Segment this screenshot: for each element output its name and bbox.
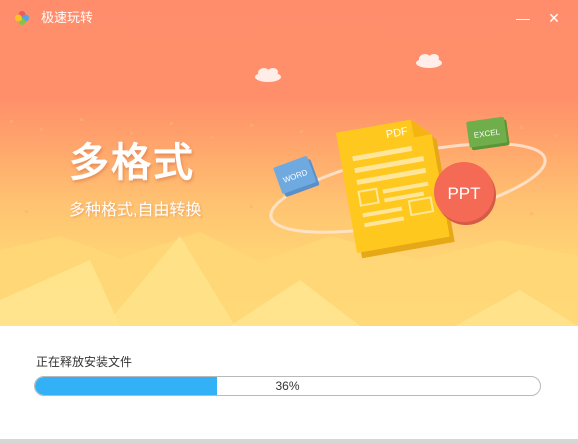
excel-badge-icon: EXCEL <box>466 116 510 151</box>
subheadline: 多种格式,自由转换 <box>69 202 202 219</box>
close-icon: ✕ <box>548 10 560 26</box>
hero-banner: 极速玩转 — ✕ 多格式 多种格式,自由转换 PDF WORD EXCEL PP… <box>0 0 578 326</box>
ppt-label: PPT <box>447 184 480 203</box>
word-badge-icon: WORD <box>273 156 320 197</box>
install-progress-bar: 36% <box>34 376 541 396</box>
title-bar: 极速玩转 — ✕ <box>0 0 578 36</box>
install-progress-label: 36% <box>275 379 300 393</box>
bottom-divider <box>0 439 578 443</box>
install-panel: 正在释放安装文件 36% <box>0 326 578 443</box>
close-button[interactable]: ✕ <box>544 8 564 28</box>
minimize-button[interactable]: — <box>513 8 533 28</box>
minimize-icon: — <box>516 10 530 26</box>
app-logo-icon <box>15 11 29 25</box>
headline: 多格式 <box>69 141 195 185</box>
format-conversion-illustration: PDF WORD EXCEL PPT <box>269 116 547 259</box>
install-status-text: 正在释放安装文件 <box>36 355 133 369</box>
window-title: 极速玩转 <box>41 10 94 25</box>
